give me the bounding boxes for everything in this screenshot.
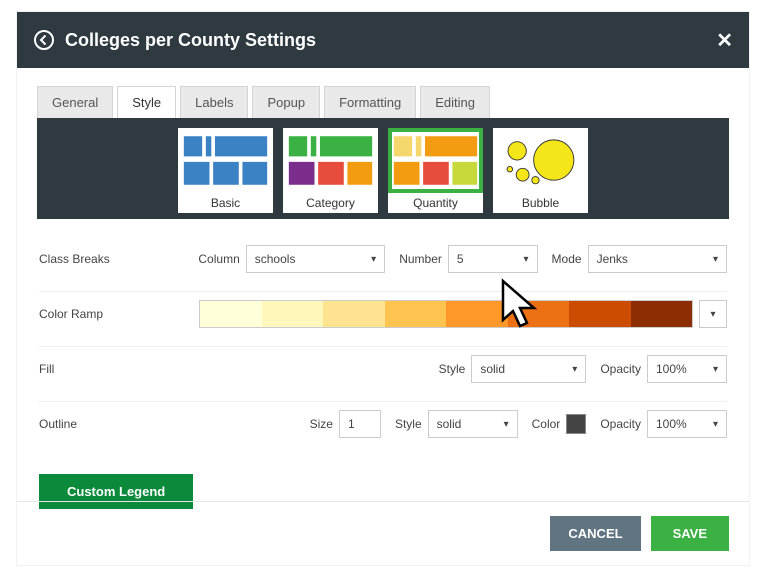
style-card-label: Quantity	[388, 193, 483, 213]
row-class-breaks: Class Breaks Column schools ▾ Number 5 ▾…	[39, 237, 727, 292]
cancel-button[interactable]: CANCEL	[550, 516, 640, 551]
chevron-down-icon: ▾	[713, 419, 718, 430]
style-card-category[interactable]	[283, 128, 378, 193]
chevron-down-icon: ▾	[524, 254, 529, 265]
column-select[interactable]: schools ▾	[246, 245, 385, 273]
outline-opacity-value: 100%	[656, 417, 687, 431]
color-ramp-preview[interactable]	[199, 300, 693, 328]
fill-opacity-select[interactable]: 100% ▾	[647, 355, 727, 383]
outline-style-value: solid	[437, 417, 462, 431]
mode-select[interactable]: Jenks ▾	[588, 245, 727, 273]
settings-modal: Colleges per County Settings ✕ General S…	[17, 12, 749, 565]
fill-style-select[interactable]: solid ▾	[471, 355, 586, 383]
back-icon[interactable]	[33, 29, 55, 51]
style-type-panel: Basic Category Quantity	[37, 118, 729, 219]
fill-opacity-value: 100%	[656, 362, 687, 376]
outline-opacity-select[interactable]: 100% ▾	[647, 410, 727, 438]
tab-editing[interactable]: Editing	[420, 86, 490, 118]
outline-style-label: Style	[395, 417, 422, 431]
style-card-basic[interactable]	[178, 128, 273, 193]
mode-value: Jenks	[597, 252, 628, 266]
save-button[interactable]: SAVE	[651, 516, 729, 551]
row-label: Color Ramp	[39, 307, 169, 321]
style-card-label: Category	[283, 193, 378, 213]
mode-label: Mode	[552, 252, 582, 266]
fill-style-label: Style	[439, 362, 466, 376]
tab-general[interactable]: General	[37, 86, 113, 118]
page-title: Colleges per County Settings	[65, 30, 716, 51]
style-card-quantity[interactable]	[388, 128, 483, 193]
chevron-down-icon: ▾	[504, 419, 509, 430]
row-color-ramp: Color Ramp ▾	[39, 292, 727, 347]
title-bar: Colleges per County Settings ✕	[17, 12, 749, 68]
outline-color-swatch[interactable]	[566, 414, 586, 434]
row-outline: Outline Size 1 Style solid ▾ Color Opaci…	[39, 402, 727, 456]
chevron-down-icon: ▾	[371, 254, 376, 265]
style-card-bubble[interactable]	[493, 128, 588, 193]
outline-color-label: Color	[532, 417, 561, 431]
outline-style-select[interactable]: solid ▾	[428, 410, 518, 438]
chevron-down-icon: ▾	[572, 364, 577, 375]
style-card-label: Bubble	[493, 193, 588, 213]
number-value: 5	[457, 252, 464, 266]
tab-style[interactable]: Style	[117, 86, 176, 118]
tab-popup[interactable]: Popup	[252, 86, 320, 118]
fill-opacity-label: Opacity	[600, 362, 641, 376]
row-label: Outline	[39, 417, 169, 431]
tab-formatting[interactable]: Formatting	[324, 86, 416, 118]
chevron-down-icon: ▾	[713, 254, 718, 265]
row-label: Class Breaks	[39, 252, 168, 266]
color-ramp-dropdown[interactable]: ▾	[699, 300, 727, 328]
column-label: Column	[198, 252, 239, 266]
chevron-down-icon: ▾	[710, 309, 715, 320]
modal-footer: CANCEL SAVE	[17, 501, 749, 565]
chevron-down-icon: ▾	[713, 364, 718, 375]
close-icon[interactable]: ✕	[716, 28, 733, 53]
outline-size-label: Size	[310, 417, 333, 431]
tab-labels[interactable]: Labels	[180, 86, 248, 118]
outline-size-value: 1	[348, 417, 355, 431]
number-label: Number	[399, 252, 442, 266]
tabs-bar: General Style Labels Popup Formatting Ed…	[37, 86, 729, 118]
fill-style-value: solid	[480, 362, 505, 376]
row-label: Fill	[39, 362, 169, 376]
number-select[interactable]: 5 ▾	[448, 245, 538, 273]
column-value: schools	[255, 252, 296, 266]
style-card-label: Basic	[178, 193, 273, 213]
row-fill: Fill Style solid ▾ Opacity 100% ▾	[39, 347, 727, 402]
outline-size-input[interactable]: 1	[339, 410, 381, 438]
outline-opacity-label: Opacity	[600, 417, 641, 431]
